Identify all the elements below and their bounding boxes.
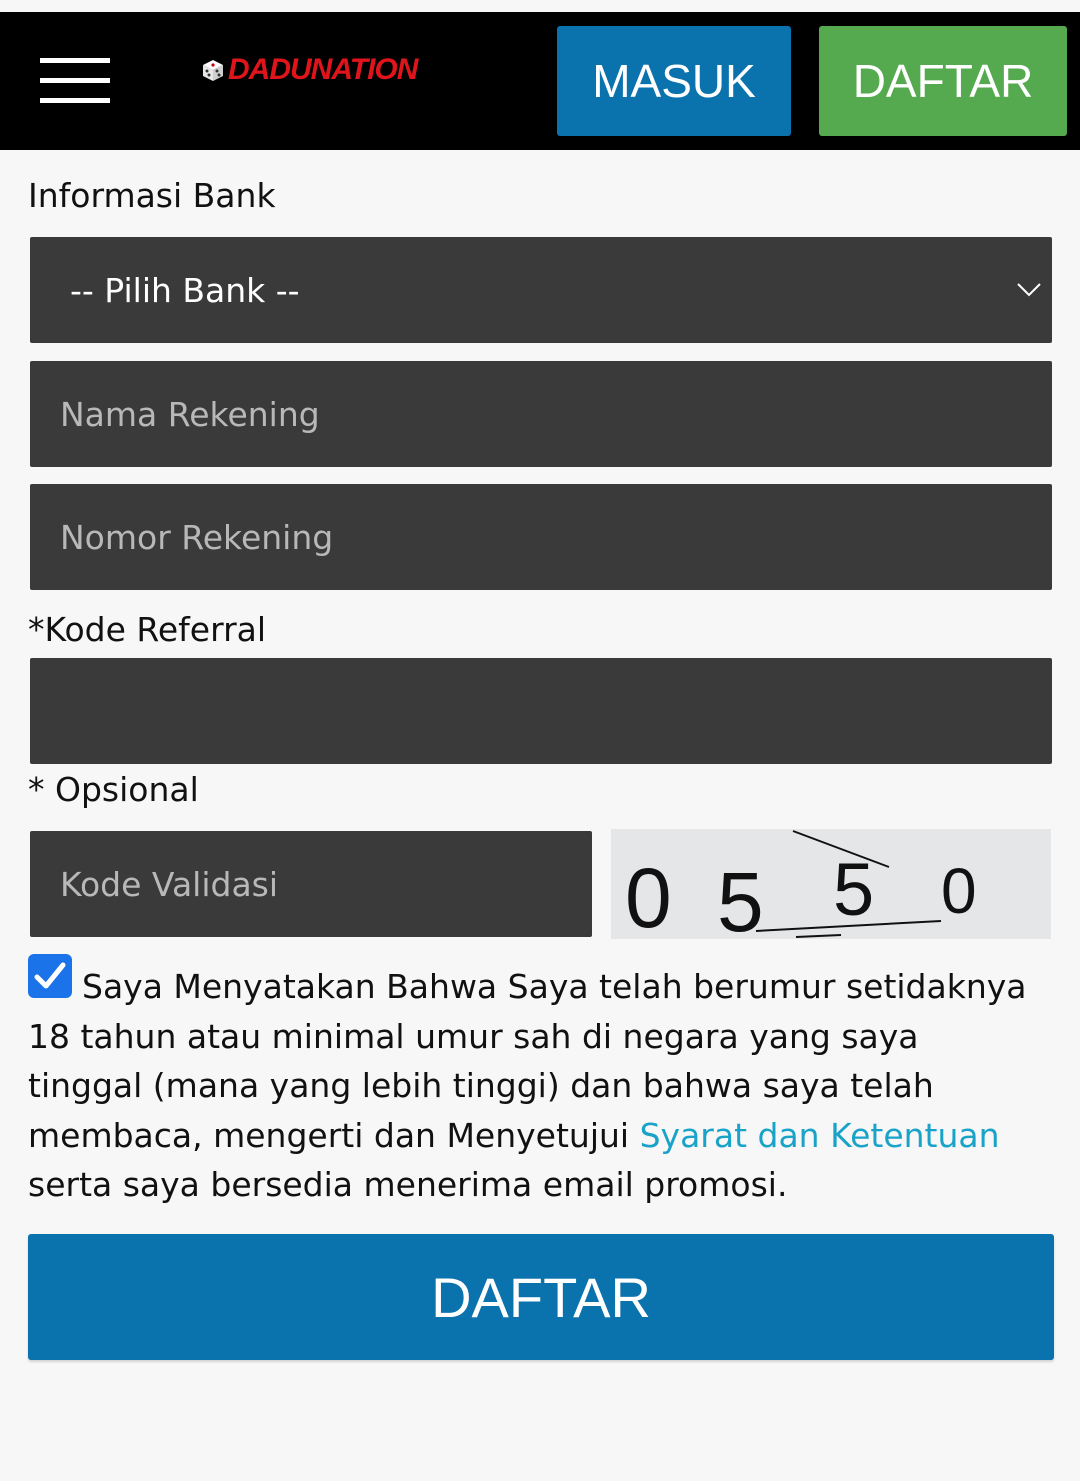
account-name-placeholder: Nama Rekening: [60, 394, 320, 434]
submit-register-button[interactable]: DAFTAR: [28, 1234, 1054, 1360]
dice-icon: [203, 60, 223, 81]
terms-link[interactable]: Syarat dan Ketentuan: [640, 1116, 1000, 1155]
referral-code-input[interactable]: [30, 658, 1052, 764]
site-logo[interactable]: DADUNATION: [200, 53, 418, 86]
register-button[interactable]: DAFTAR: [819, 26, 1067, 136]
account-number-placeholder: Nomor Rekening: [60, 517, 334, 557]
hamburger-menu-icon[interactable]: [40, 58, 110, 104]
validation-code-input[interactable]: Kode Validasi: [30, 831, 592, 937]
validation-code-placeholder: Kode Validasi: [60, 864, 279, 904]
terms-text-after: serta saya bersedia menerima email promo…: [28, 1165, 788, 1204]
terms-statement: Saya Menyatakan Bahwa Saya telah berumur…: [28, 962, 1038, 1210]
bank-select[interactable]: -- Pilih Bank --: [30, 237, 1052, 343]
captcha-digit: 0: [625, 851, 672, 939]
captcha-digit: 0: [941, 855, 977, 927]
top-navigation-bar: DADUNATION MASUK DAFTAR: [0, 12, 1080, 150]
account-number-input[interactable]: Nomor Rekening: [30, 484, 1052, 590]
logo-text: DADUNATION: [228, 53, 418, 86]
referral-label: *Kode Referral: [28, 610, 267, 649]
captcha-image[interactable]: 0 5 5 0: [611, 829, 1051, 939]
optional-note: * Opsional: [28, 770, 199, 809]
bank-select-value: -- Pilih Bank --: [70, 270, 300, 310]
captcha-digit: 5: [833, 848, 874, 931]
bank-info-heading: Informasi Bank: [28, 176, 276, 215]
captcha-digit: 5: [717, 855, 764, 939]
login-button[interactable]: MASUK: [557, 26, 791, 136]
account-name-input[interactable]: Nama Rekening: [30, 361, 1052, 467]
top-strip: [0, 0, 1080, 12]
chevron-down-icon: [1017, 283, 1041, 297]
